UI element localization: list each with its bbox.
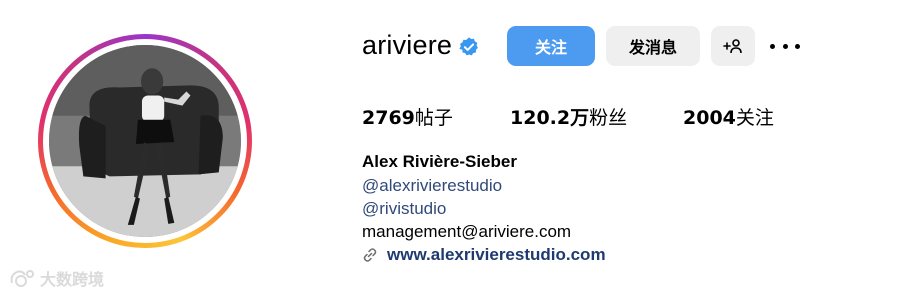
watermark: 大数跨境 bbox=[8, 266, 104, 290]
message-button[interactable]: 发消息 bbox=[606, 26, 700, 66]
followers-stat[interactable]: 120.2万粉丝 bbox=[510, 103, 627, 130]
following-stat[interactable]: 2004关注 bbox=[683, 103, 774, 130]
bio-email: management@ariviere.com bbox=[362, 222, 572, 241]
website-link[interactable]: www.alexrivierestudio.com bbox=[362, 245, 606, 265]
bio-mention-link[interactable]: @rivistudio bbox=[362, 199, 446, 219]
add-user-button[interactable] bbox=[711, 26, 755, 66]
avatar-photo bbox=[49, 45, 241, 237]
watermark-text: 大数跨境 bbox=[40, 270, 105, 289]
avatar-frame bbox=[43, 39, 247, 243]
following-count: 2004 bbox=[683, 107, 736, 129]
username: ariviere bbox=[362, 30, 453, 60]
followers-label: 粉丝 bbox=[589, 107, 628, 129]
watermark-logo bbox=[10, 270, 34, 287]
dot bbox=[795, 43, 800, 49]
website-url[interactable]: www.alexrivierestudio.com bbox=[387, 245, 606, 265]
dot bbox=[782, 43, 788, 49]
posts-label: 帖子 bbox=[414, 107, 453, 129]
verified-badge-icon bbox=[459, 37, 478, 56]
follow-button[interactable]: 关注 bbox=[507, 26, 595, 66]
following-label: 关注 bbox=[735, 107, 774, 129]
more-options-icon[interactable] bbox=[770, 36, 800, 56]
avatar[interactable] bbox=[49, 45, 241, 237]
posts-count: 2769 bbox=[362, 107, 415, 129]
bio-mention-link[interactable]: @alexrivierestudio bbox=[362, 176, 502, 196]
followers-count: 120.2万 bbox=[510, 107, 590, 129]
dot bbox=[770, 43, 775, 49]
add-user-icon bbox=[723, 39, 742, 54]
posts-stat: 2769帖子 bbox=[362, 103, 453, 130]
link-icon bbox=[363, 248, 377, 262]
full-name: Alex Rivière-Sieber bbox=[362, 152, 517, 171]
avatar-story-ring[interactable] bbox=[38, 34, 252, 248]
